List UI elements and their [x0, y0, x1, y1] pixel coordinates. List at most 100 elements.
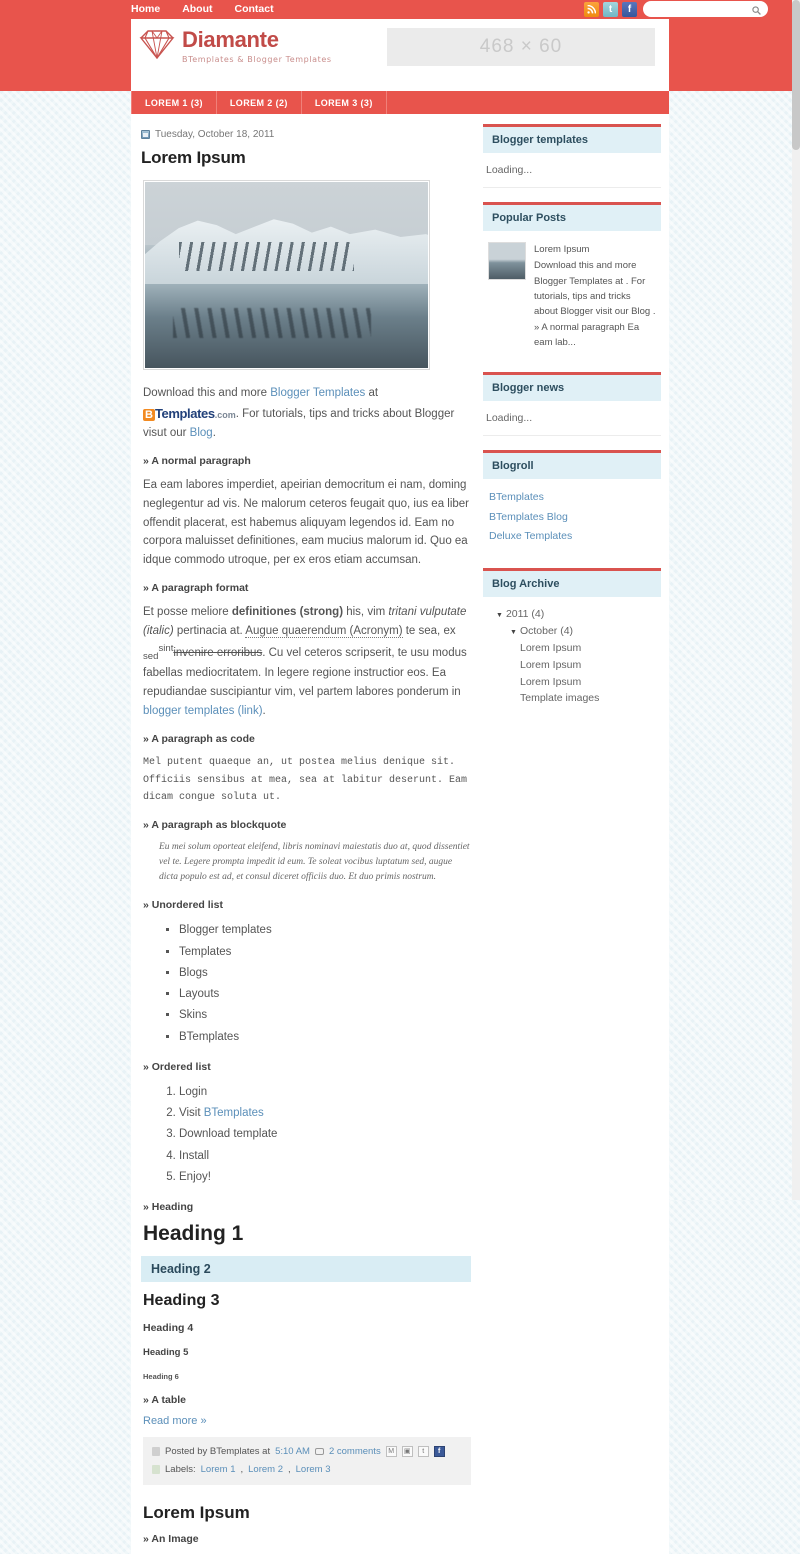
archive-month[interactable]: ▼ October (4): [486, 623, 658, 640]
btemplates-ol-link[interactable]: BTemplates: [204, 1107, 264, 1119]
second-post-title[interactable]: Lorem Ipsum: [143, 1503, 471, 1523]
fmt-acronym: Augue quaerendum (Acronym): [245, 625, 403, 639]
label-sep-1: ,: [240, 1464, 244, 1476]
list-item: Blogs: [179, 963, 471, 984]
fmt-link[interactable]: blogger templates (link): [143, 705, 263, 717]
archive-post[interactable]: Lorem Ipsum: [486, 640, 658, 657]
mountain-photo: [145, 182, 428, 368]
intro-mid: at: [365, 387, 379, 399]
widget-title: Blogroll: [483, 453, 661, 480]
widget-blogger-templates: Blogger templates Loading...: [483, 124, 661, 188]
code-block: Mel putent quaeque an, ut postea melius …: [143, 757, 468, 804]
facebook-share-icon[interactable]: f: [433, 1446, 445, 1458]
blogroll-link-deluxe-templates[interactable]: Deluxe Templates: [486, 527, 658, 546]
comment-bubble-icon: [314, 1448, 324, 1456]
brand-tagline: BTemplates & Blogger Templates: [182, 55, 332, 64]
archive-post[interactable]: Lorem Ipsum: [486, 657, 658, 674]
widget-body: Loading...: [483, 401, 661, 437]
fmt-text-2: his, vim: [343, 606, 389, 619]
intro-pre: Download this and more: [143, 387, 271, 399]
fmt-text-3: pertinacia at.: [173, 625, 246, 638]
archive-post[interactable]: Lorem Ipsum: [486, 674, 658, 691]
header-white-box: Diamante BTemplates & Blogger Templates …: [131, 19, 669, 91]
popular-post-item[interactable]: Lorem Ipsum Download this and more Blogg…: [486, 240, 658, 351]
main-nav-lorem-1[interactable]: LOREM 1 (3): [131, 91, 217, 114]
fmt-text-4: te sea, ex: [402, 625, 456, 638]
list-item: BTemplates: [179, 1027, 471, 1048]
blogroll-link-btemplates[interactable]: BTemplates: [486, 488, 658, 507]
scrollbar-thumb[interactable]: [792, 0, 800, 150]
page-wrapper: Tuesday, October 18, 2011 Lorem Ipsum Do…: [131, 114, 669, 1554]
demo-heading-1: Heading 1: [143, 1222, 244, 1246]
logo-text: Diamante BTemplates & Blogger Templates: [182, 29, 332, 65]
widget-title: Blogger templates: [483, 127, 661, 153]
blog-share-icon[interactable]: ▣: [401, 1446, 413, 1458]
ol-item-2-text: Visit: [179, 1107, 204, 1120]
ad-banner[interactable]: 468 × 60: [387, 28, 655, 66]
top-nav-home[interactable]: Home: [131, 3, 160, 15]
paragraph-normal: Ea eam labores imperdiet, apeirian democ…: [143, 479, 470, 566]
top-navigation: Home About Contact: [131, 3, 274, 15]
site-logo[interactable]: Diamante BTemplates & Blogger Templates: [139, 29, 332, 64]
blog-link[interactable]: Blog: [190, 427, 213, 439]
main-nav-lorem-3[interactable]: LOREM 3 (3): [302, 91, 387, 114]
chevron-down-icon[interactable]: ▼: [510, 629, 517, 636]
blockquote: Eu mei solum oporteat eleifend, libris n…: [159, 841, 470, 883]
comments-link[interactable]: 2 comments: [329, 1444, 381, 1459]
intro-end: .: [212, 426, 216, 439]
post-time-link[interactable]: 5:10 AM: [275, 1444, 310, 1459]
chevron-down-icon[interactable]: ▼: [496, 612, 503, 619]
fmt-text-1: Et posse meliore: [143, 606, 232, 619]
post-date-text: Tuesday, October 18, 2011: [155, 129, 275, 140]
popular-post-snippet: Download this and more Blogger Templates…: [534, 260, 656, 349]
label-lorem-2[interactable]: Lorem 2: [248, 1462, 283, 1477]
search-box[interactable]: [643, 1, 768, 17]
utility-bar: Home About Contact t f: [0, 0, 800, 19]
archive-year[interactable]: ▼ 2011 (4): [486, 606, 658, 623]
fmt-subscript: sed: [143, 650, 159, 662]
widget-title: Blogger news: [483, 375, 661, 402]
rss-icon[interactable]: [584, 2, 599, 17]
widget-blogroll: Blogroll BTemplates BTemplates Blog Delu…: [483, 450, 661, 554]
list-item: Layouts: [179, 984, 471, 1005]
post-image[interactable]: [143, 180, 430, 370]
list-item: Skins: [179, 1005, 471, 1026]
archive-post[interactable]: Template images: [486, 690, 658, 707]
paragraph-format: Et posse meliore definitiones (strong) h…: [143, 603, 471, 720]
top-nav-contact[interactable]: Contact: [235, 3, 274, 15]
label-sep-2: ,: [288, 1464, 291, 1476]
list-item: Enjoy!: [179, 1167, 471, 1188]
photo-rocks: [178, 241, 355, 272]
read-more-link[interactable]: Read more »: [143, 1415, 471, 1427]
fmt-superscript: sint: [158, 642, 174, 654]
blogroll-link-btemplates-blog[interactable]: BTemplates Blog: [486, 508, 658, 527]
labels-label: Labels:: [165, 1464, 196, 1476]
email-share-icon[interactable]: M: [385, 1446, 397, 1458]
heading-an-image: » An Image: [143, 1532, 199, 1545]
popular-post-title[interactable]: Lorem Ipsum: [534, 242, 656, 257]
widget-body: BTemplates BTemplates Blog Deluxe Templa…: [483, 479, 661, 554]
blogger-templates-link[interactable]: Blogger Templates: [270, 387, 365, 399]
list-item: Templates: [179, 942, 471, 963]
twitter-icon[interactable]: t: [603, 2, 618, 17]
search-icon[interactable]: [752, 4, 761, 15]
demo-heading-6: Heading 6: [143, 1372, 179, 1382]
demo-heading-2: Heading 2: [141, 1256, 471, 1283]
btemplates-logo[interactable]: B Templates .com: [143, 403, 236, 424]
label-lorem-1[interactable]: Lorem 1: [201, 1462, 236, 1477]
search-input[interactable]: [651, 2, 751, 16]
post-title[interactable]: Lorem Ipsum: [141, 148, 471, 168]
main-nav-lorem-2[interactable]: LOREM 2 (2): [217, 91, 302, 114]
heading-a-table: » A table: [143, 1394, 186, 1407]
widget-blog-archive: Blog Archive ▼ 2011 (4) ▼ October (4) Lore…: [483, 568, 661, 715]
twitter-share-icon[interactable]: t: [417, 1446, 429, 1458]
calendar-icon: [141, 130, 150, 139]
page-scrollbar[interactable]: [792, 0, 800, 1200]
ordered-list: Login Visit BTemplates Download template…: [141, 1082, 471, 1188]
popular-post-thumbnail: [488, 241, 526, 280]
demo-heading-4: Heading 4: [143, 1322, 194, 1335]
facebook-icon[interactable]: f: [622, 2, 637, 17]
heading-unordered-list: » Unordered list: [143, 899, 223, 912]
top-nav-about[interactable]: About: [182, 3, 212, 15]
label-lorem-3[interactable]: Lorem 3: [296, 1462, 331, 1477]
